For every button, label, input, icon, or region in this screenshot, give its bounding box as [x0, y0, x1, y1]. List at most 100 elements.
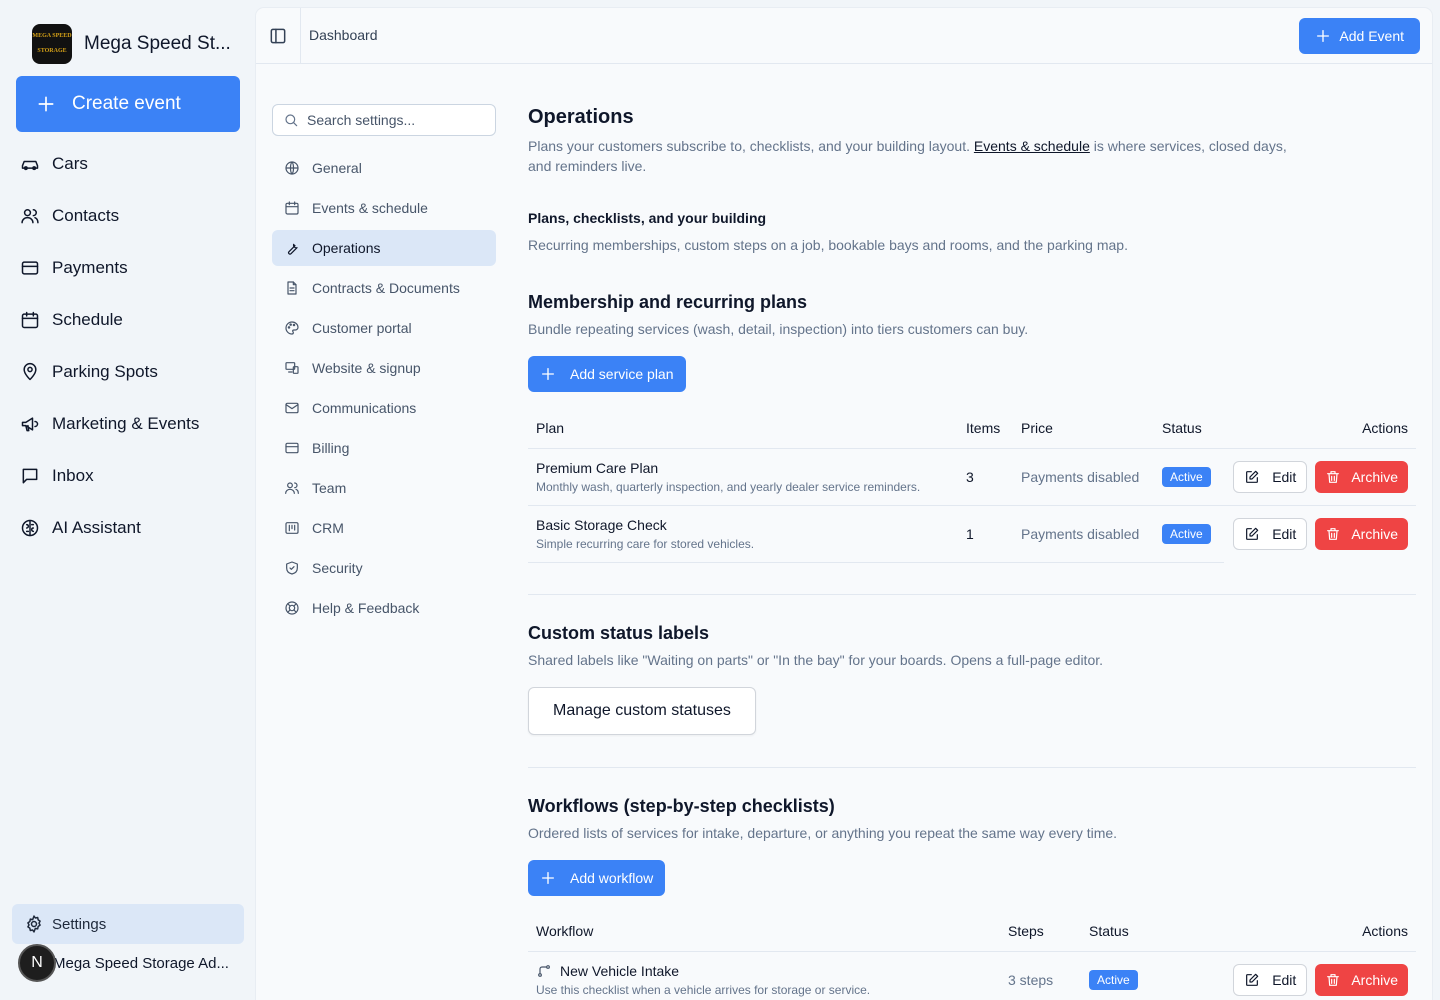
settings-nav-security[interactable]: Security: [272, 550, 496, 586]
actions-cell: Edit Archive: [1224, 448, 1416, 506]
settings-nav-help[interactable]: Help & Feedback: [272, 590, 496, 626]
avatar: N: [18, 944, 56, 982]
settings-nav-crm[interactable]: CRM: [272, 510, 496, 546]
settings-nav-label: Security: [312, 560, 363, 576]
edit-button[interactable]: Edit: [1233, 517, 1308, 550]
app-sidebar: MEGA SPEED STORAGE Mega Speed St... Creat…: [0, 0, 256, 1000]
settings-search-input[interactable]: [307, 112, 487, 128]
brand-logo: MEGA SPEED STORAGE: [32, 24, 72, 64]
settings-nav-team[interactable]: Team: [272, 470, 496, 506]
settings-nav-label: Team: [312, 480, 347, 496]
add-event-label: Add Event: [1339, 28, 1404, 44]
nav-item-cars[interactable]: Cars: [20, 138, 199, 190]
nav-item-marketing[interactable]: Marketing & Events: [20, 398, 199, 450]
intro-text: Plans your customers subscribe to, check…: [528, 138, 974, 154]
nav-item-schedule[interactable]: Schedule: [20, 294, 199, 346]
statuses-description: Shared labels like "Waiting on parts" or…: [528, 652, 1104, 668]
edit-button[interactable]: Edit: [1233, 460, 1308, 493]
edit-label: Edit: [1272, 525, 1297, 542]
status-badge: Active: [1162, 523, 1211, 544]
archive-label: Archive: [1351, 468, 1398, 485]
edit-button[interactable]: Edit: [1233, 963, 1308, 996]
column-header: Price: [1013, 408, 1154, 449]
main-panel: Dashboard Add Event General Events & sch…: [256, 8, 1432, 1000]
brand[interactable]: MEGA SPEED STORAGE Mega Speed St...: [32, 24, 231, 64]
column-header: Actions: [1201, 911, 1416, 952]
calendar-icon: [21, 311, 39, 329]
add-service-plan-label: Add service plan: [570, 366, 674, 382]
plan-cell: Basic Storage Check Simple recurring car…: [528, 505, 958, 563]
nav-item-payments[interactable]: Payments: [20, 242, 199, 294]
nav-item-parking-spots[interactable]: Parking Spots: [20, 346, 199, 398]
archive-button[interactable]: Archive: [1315, 460, 1408, 493]
settings-nav-label: Help & Feedback: [312, 600, 420, 616]
add-service-plan-button[interactable]: Add service plan: [528, 356, 686, 392]
items-cell: 1: [958, 505, 1013, 563]
settings-nav-communications[interactable]: Communications: [272, 390, 496, 426]
create-event-button[interactable]: Create event: [16, 76, 240, 132]
section-heading: Plans, checklists, and your building: [528, 210, 767, 226]
nav-item-contacts[interactable]: Contacts: [20, 190, 199, 242]
nav-item-ai-assistant[interactable]: AI Assistant: [20, 502, 199, 554]
file-text-icon: [287, 281, 297, 295]
edit-icon: [1246, 973, 1259, 986]
credit-card-icon: [285, 442, 299, 454]
settings-nav-events-schedule[interactable]: Events & schedule: [272, 190, 496, 226]
sidebar-toggle-button[interactable]: [268, 26, 288, 46]
column-header: Actions: [1224, 408, 1416, 449]
table-header-row: Workflow Steps Status Actions: [528, 911, 1416, 952]
brain-icon: [21, 519, 39, 537]
status-cell: Active: [1154, 505, 1224, 563]
table-row: Premium Care Plan Monthly wash, quarterl…: [528, 448, 1416, 506]
settings-nav-billing[interactable]: Billing: [272, 430, 496, 466]
add-event-button[interactable]: Add Event: [1299, 18, 1420, 54]
plus-icon: [542, 368, 554, 380]
archive-label: Archive: [1351, 971, 1398, 988]
section-divider: [528, 767, 1416, 768]
table-row: New Vehicle Intake Use this checklist wh…: [528, 951, 1416, 1000]
panel-left-icon: [270, 28, 286, 44]
events-schedule-link[interactable]: Events & schedule: [974, 138, 1090, 154]
archive-button[interactable]: Archive: [1315, 517, 1408, 550]
mail-icon: [285, 402, 299, 414]
map-pin-icon: [23, 362, 37, 381]
edit-icon: [1246, 470, 1259, 483]
plan-name: Premium Care Plan: [536, 459, 659, 476]
settings-search[interactable]: [272, 104, 496, 136]
column-header: Plan: [528, 408, 958, 449]
settings-nav-customer-portal[interactable]: Customer portal: [272, 310, 496, 346]
settings-nav-website[interactable]: Website & signup: [272, 350, 496, 386]
settings-nav-label: Customer portal: [312, 320, 412, 336]
section-divider: [528, 594, 1416, 595]
search-icon: [285, 114, 298, 127]
settings-nav-label: Contracts & Documents: [312, 280, 460, 296]
top-bar: Dashboard Add Event: [256, 8, 1432, 64]
settings-nav-label: Events & schedule: [312, 200, 428, 216]
workflow-icon: [538, 964, 550, 977]
account-menu[interactable]: N Mega Speed Storage Ad...: [18, 944, 229, 982]
page-intro: Plans your customers subscribe to, check…: [528, 136, 1308, 176]
manage-custom-statuses-button[interactable]: Manage custom statuses: [528, 687, 756, 735]
plan-description: Simple recurring care for stored vehicle…: [536, 536, 755, 551]
globe-icon: [285, 161, 299, 175]
price-cell: Payments disabled: [1013, 505, 1154, 563]
account-name: Mega Speed Storage Ad...: [53, 954, 229, 972]
settings-nav-general[interactable]: General: [272, 150, 496, 186]
breadcrumb[interactable]: Dashboard: [309, 27, 378, 43]
page-title: Operations: [528, 106, 634, 128]
nav-label: Inbox: [52, 466, 94, 485]
settings-nav-contracts[interactable]: Contracts & Documents: [272, 270, 496, 306]
trash-icon: [1327, 470, 1340, 483]
main-nav: Cars Contacts Payments Schedule Parking …: [20, 138, 199, 554]
nav-label: Cars: [52, 154, 88, 173]
settings-nav-operations[interactable]: Operations: [272, 230, 496, 266]
palette-icon: [285, 321, 299, 335]
archive-button[interactable]: Archive: [1315, 963, 1408, 996]
calendar-icon: [285, 201, 299, 215]
nav-item-inbox[interactable]: Inbox: [20, 450, 199, 502]
nav-item-settings[interactable]: Settings: [12, 904, 244, 944]
status-badge: Active: [1162, 466, 1211, 487]
add-workflow-button[interactable]: Add workflow: [528, 860, 666, 896]
status-cell: Active: [1081, 951, 1201, 1000]
status-cell: Active: [1154, 448, 1224, 506]
